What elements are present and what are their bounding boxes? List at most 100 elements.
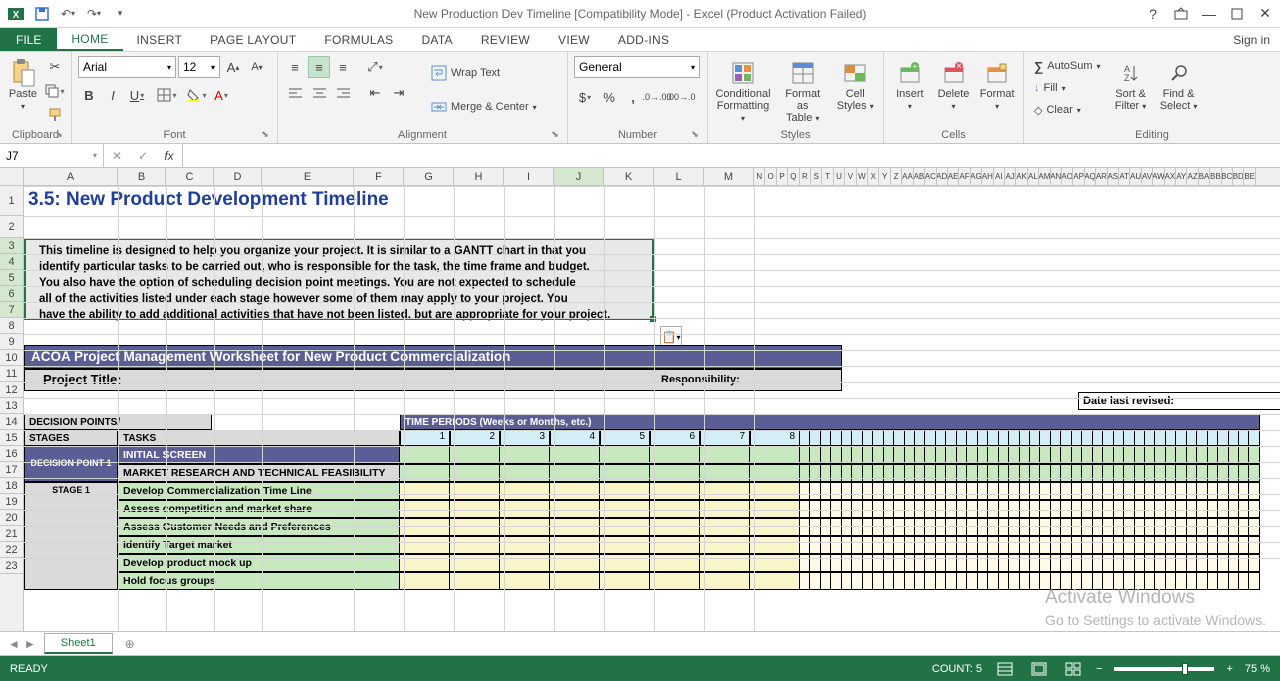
col-header-BA[interactable]: BA <box>1199 168 1210 185</box>
conditional-formatting-button[interactable]: Conditional Formatting ▾ <box>714 56 772 126</box>
merge-center-button[interactable]: Merge & Center ▾ <box>427 90 541 124</box>
col-header-AU[interactable]: AU <box>1130 168 1141 185</box>
paste-button[interactable]: Paste ▾ <box>6 56 40 114</box>
row-header-8[interactable]: 8 <box>0 318 23 334</box>
row-header-3[interactable]: 3 <box>0 238 23 254</box>
col-header-AL[interactable]: AL <box>1028 168 1039 185</box>
project-title-label[interactable]: Project Title: <box>25 370 655 390</box>
responsibility-label[interactable]: Responsibility: <box>655 370 841 390</box>
col-header-A[interactable]: A <box>24 168 118 185</box>
task-row[interactable]: MARKET RESEARCH AND TECHNICAL FEASIBILIT… <box>24 464 1260 482</box>
task-name-cell[interactable]: Hold focus groups <box>118 572 400 590</box>
sort-filter-button[interactable]: AZ Sort & Filter ▾ <box>1109 56 1153 114</box>
col-header-AG[interactable]: AG <box>971 168 982 185</box>
col-header-Q[interactable]: Q <box>788 168 799 185</box>
col-header-N[interactable]: N <box>754 168 765 185</box>
col-header-AD[interactable]: AD <box>937 168 948 185</box>
clear-button[interactable]: ◇Clear▾ <box>1030 100 1105 120</box>
spreadsheet-grid[interactable]: ABCDEFGHIJKLMNOPQRSTUVWXYZAAABACADAEAFAG… <box>0 168 1280 632</box>
col-header-AH[interactable]: AH <box>982 168 993 185</box>
task-name-cell[interactable]: Develop product mock up <box>118 554 400 572</box>
file-tab[interactable]: FILE <box>0 28 57 51</box>
col-header-AS[interactable]: AS <box>1108 168 1119 185</box>
col-header-AI[interactable]: AI <box>994 168 1005 185</box>
col-header-G[interactable]: G <box>404 168 454 185</box>
col-header-S[interactable]: S <box>811 168 822 185</box>
period-7[interactable]: 7 <box>700 430 750 446</box>
align-bottom-icon[interactable]: ≡ <box>332 56 354 78</box>
task-row[interactable]: Assess Customer Needs and Preferences <box>24 518 1260 536</box>
accounting-format-icon[interactable]: $▾ <box>574 86 596 108</box>
increase-indent-icon[interactable]: ⇥ <box>388 82 410 104</box>
decrease-font-icon[interactable]: A▾ <box>246 56 268 78</box>
col-header-J[interactable]: J <box>554 168 604 185</box>
column-headers[interactable]: ABCDEFGHIJKLMNOPQRSTUVWXYZAAABACADAEAFAG… <box>24 168 1280 186</box>
copy-button[interactable]: ▾ <box>44 80 66 102</box>
underline-button[interactable]: U▾ <box>126 84 148 106</box>
period-4[interactable]: 4 <box>550 430 600 446</box>
row-header-13[interactable]: 13 <box>0 398 23 414</box>
col-header-AF[interactable]: AF <box>959 168 970 185</box>
period-3[interactable]: 3 <box>500 430 550 446</box>
ribbon-options-icon[interactable] <box>1170 3 1192 25</box>
col-header-BB[interactable]: BB <box>1210 168 1221 185</box>
row-header-12[interactable]: 12 <box>0 382 23 398</box>
col-header-AW[interactable]: AW <box>1153 168 1164 185</box>
row-header-2[interactable]: 2 <box>0 216 23 238</box>
col-header-AO[interactable]: AO <box>1062 168 1073 185</box>
row-header-20[interactable]: 20 <box>0 510 23 526</box>
row-header-22[interactable]: 22 <box>0 542 23 558</box>
col-header-U[interactable]: U <box>834 168 845 185</box>
number-launcher-icon[interactable]: ⬊ <box>689 129 701 141</box>
stages-label[interactable]: STAGES <box>24 430 118 446</box>
select-all-corner[interactable] <box>0 168 24 186</box>
col-header-AA[interactable]: AA <box>902 168 913 185</box>
period-1[interactable]: 1 <box>400 430 450 446</box>
bold-button[interactable]: B <box>78 84 100 106</box>
col-header-AK[interactable]: AK <box>1016 168 1027 185</box>
sheet-tab-sheet1[interactable]: Sheet1 <box>44 633 113 654</box>
row-header-11[interactable]: 11 <box>0 366 23 382</box>
col-header-AY[interactable]: AY <box>1176 168 1187 185</box>
add-sheet-icon[interactable]: ⊕ <box>119 633 141 655</box>
col-header-C[interactable]: C <box>166 168 214 185</box>
task-name-cell[interactable]: Develop Commercialization Time Line <box>118 482 400 500</box>
redo-icon[interactable]: ↷▾ <box>82 2 106 26</box>
tasks-label[interactable]: TASKS <box>118 430 400 446</box>
col-header-AR[interactable]: AR <box>1096 168 1107 185</box>
delete-cell-button[interactable]: × Delete▾ <box>934 56 974 114</box>
font-color-button[interactable]: A▾ <box>210 84 232 106</box>
row-header-17[interactable]: 17 <box>0 462 23 478</box>
font-size-dropdown[interactable]: 12▾ <box>178 56 220 78</box>
period-5[interactable]: 5 <box>600 430 650 446</box>
font-launcher-icon[interactable]: ⬊ <box>259 129 271 141</box>
row-header-19[interactable]: 19 <box>0 494 23 510</box>
page-break-view-icon[interactable] <box>1062 660 1084 678</box>
find-select-button[interactable]: Find & Select ▾ <box>1157 56 1201 114</box>
tab-home[interactable]: HOME <box>57 28 122 51</box>
enter-formula-icon[interactable]: ✓ <box>130 144 156 167</box>
cells-area[interactable]: 3.5: New Product Development Timeline Th… <box>24 186 1280 631</box>
border-button[interactable]: ▾ <box>156 84 178 106</box>
col-header-AQ[interactable]: AQ <box>1085 168 1096 185</box>
tab-view[interactable]: VIEW <box>544 28 604 51</box>
col-header-P[interactable]: P <box>777 168 788 185</box>
qat-customize-icon[interactable]: ▾ <box>108 2 132 26</box>
alignment-launcher-icon[interactable]: ⬊ <box>549 129 561 141</box>
row-header-16[interactable]: 16 <box>0 446 23 462</box>
col-header-H[interactable]: H <box>454 168 504 185</box>
increase-font-icon[interactable]: A▴ <box>222 56 244 78</box>
col-header-M[interactable]: M <box>704 168 754 185</box>
tab-review[interactable]: REVIEW <box>467 28 544 51</box>
col-header-R[interactable]: R <box>800 168 811 185</box>
col-header-O[interactable]: O <box>765 168 776 185</box>
col-header-BE[interactable]: BE <box>1244 168 1255 185</box>
row-header-23[interactable]: 23 <box>0 558 23 574</box>
formula-input[interactable] <box>183 144 1280 167</box>
align-middle-icon[interactable]: ≡ <box>308 56 330 78</box>
fill-button[interactable]: ↓Fill▾ <box>1030 78 1105 98</box>
col-header-BD[interactable]: BD <box>1233 168 1244 185</box>
row-header-18[interactable]: 18 <box>0 478 23 494</box>
col-header-AN[interactable]: AN <box>1051 168 1062 185</box>
format-cell-button[interactable]: Format▾ <box>977 56 1017 114</box>
